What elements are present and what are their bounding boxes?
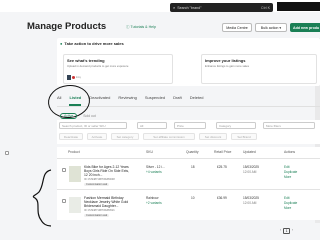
product-image (69, 166, 81, 182)
sku-cell: Silver - 12 i... (146, 165, 165, 169)
filter-bar: Search product, ID or seller SKU All Pri… (57, 120, 320, 144)
price-cell: £36.99 (217, 196, 227, 200)
media-centre-button[interactable]: Media Centre (222, 23, 252, 32)
top-right-panel (277, 2, 320, 11)
updated-time: 12:00 AM (243, 170, 257, 174)
sku-cell: Rainbow (146, 196, 159, 200)
updated-date: 15/03/2025 (243, 196, 259, 200)
action-card-heading: ● Take action to drive more sales (60, 41, 124, 46)
set-affiliate-commission-button[interactable]: Set affiliate commission (143, 133, 195, 140)
tab-deleted[interactable]: Deleted (190, 95, 204, 104)
tab-draft[interactable]: Draft (173, 95, 182, 104)
insight-improve-title: Improve your listings (205, 58, 246, 63)
add-new-product-button[interactable]: Add new produ (290, 23, 320, 32)
product-id: ID 1729487198736284648 (84, 178, 115, 181)
insight-trending-sub: Upload in demand products to get more ex… (67, 64, 129, 68)
tab-deactivated[interactable]: Deactivated (89, 95, 110, 104)
more-link[interactable]: More (284, 206, 291, 210)
quantity-cell: 18 (191, 165, 195, 169)
product-title[interactable]: Kids Bike for Ages 2-12 Years Boys Girls… (84, 165, 132, 178)
activate-button[interactable]: Activate (87, 133, 107, 140)
chevron-down-icon: ▾ (278, 25, 282, 30)
category-filter[interactable]: Category (216, 122, 256, 129)
bulk-action-label: Bulk action (260, 25, 279, 30)
customisation-badge: Customisation ask (84, 214, 110, 217)
page-title: Manage Products (27, 21, 107, 32)
product-search-input[interactable]: Search product, ID or seller SKU (59, 122, 127, 129)
row-checkbox[interactable] (62, 199, 66, 203)
hand-drawn-bracket (32, 169, 52, 227)
product-image (69, 197, 81, 213)
insight-improve-sub: Enhance listings to gain more sales (205, 64, 249, 68)
updated-date: 15/03/2025 (243, 165, 259, 169)
deactivate-button[interactable]: Deactivate (59, 133, 83, 140)
app-window: ⌕ Search "brand" Ctrl K Manage Products … (0, 0, 320, 240)
quantity-cell: 10 (191, 196, 195, 200)
insight-trending[interactable]: See what's trending Upload in demand pro… (63, 54, 173, 84)
set-discount-button[interactable]: Set discount (199, 133, 227, 140)
price-filter[interactable]: Price (174, 122, 206, 129)
bulk-action-button[interactable]: Bulk action ▾ (255, 23, 287, 32)
sku-variants[interactable]: +4 variants (146, 170, 162, 174)
row-checkbox[interactable] (62, 168, 66, 172)
more-filters[interactable]: More filters (263, 122, 315, 129)
filter-chips: Active Sold out (60, 113, 96, 119)
edit-link[interactable]: Edit (284, 165, 290, 169)
tab-reviewing[interactable]: Reviewing (118, 95, 136, 104)
search-icon: ⌕ (173, 5, 176, 10)
next-page-button[interactable]: › (292, 228, 293, 234)
header-updated: Updated (243, 150, 256, 154)
insight-mini-text: Etsy (76, 76, 82, 79)
active-filter-chip[interactable]: Active (60, 113, 78, 119)
tab-suspended[interactable]: Suspended (145, 95, 165, 104)
customisation-badge: Customisation ask (84, 183, 110, 186)
header-actions: Actions (284, 150, 296, 154)
duplicate-link[interactable]: Duplicate (284, 201, 297, 205)
product-id: ID 1729487198736284521 (84, 209, 115, 212)
table-row[interactable]: Kids Bike for Ages 2-12 Years Boys Girls… (57, 158, 320, 189)
insight-improve[interactable]: Improve your listings Enhance listings t… (201, 54, 317, 84)
price-cell: £25.75 (217, 165, 227, 169)
search-shortcut: Ctrl K (261, 5, 270, 10)
prev-page-button[interactable]: ‹ (280, 228, 281, 234)
tabs-divider (57, 106, 320, 107)
table-row[interactable]: Fashion Mermaid Birthday Necklace Jewelr… (57, 189, 320, 220)
global-search-input[interactable]: ⌕ Search "brand" Ctrl K (170, 3, 273, 12)
header-sku: SKU (146, 150, 153, 154)
insight-trending-title: See what's trending (67, 58, 105, 63)
set-brand-button[interactable]: Set Brand (231, 133, 257, 140)
pagination: ‹ 1 › (280, 228, 293, 234)
header-retail-price: Retail Price (214, 150, 232, 154)
action-card: ● Take action to drive more sales See wha… (57, 38, 320, 86)
current-page[interactable]: 1 (283, 228, 291, 234)
action-card-heading-text: Take action to drive more sales (64, 41, 124, 46)
set-category-button[interactable]: Set category (111, 133, 139, 140)
search-text: Search "brand" (177, 5, 202, 10)
tutorials-label: Tutorials & Help (130, 25, 156, 29)
badge-dot-icon (72, 76, 75, 79)
edit-link[interactable]: Edit (284, 196, 290, 200)
updated-time: 12:00 AM (243, 201, 257, 205)
product-thumbnail (67, 75, 71, 80)
filter-select-1[interactable]: All (137, 122, 167, 129)
tutorials-link[interactable]: ⓘ Tutorials & Help (126, 25, 156, 30)
product-title[interactable]: Fashion Mermaid Birthday Necklace Jewelr… (84, 196, 132, 209)
lightbulb-icon: ● (60, 41, 63, 46)
header-quantity: Quantity (186, 150, 199, 154)
header-product: Product (68, 150, 80, 154)
sold-out-filter[interactable]: Sold out (83, 114, 95, 118)
select-all-checkbox[interactable] (5, 151, 9, 155)
sku-variants[interactable]: +2 variants (146, 201, 162, 205)
more-link[interactable]: More (284, 175, 291, 179)
duplicate-link[interactable]: Duplicate (284, 170, 297, 174)
